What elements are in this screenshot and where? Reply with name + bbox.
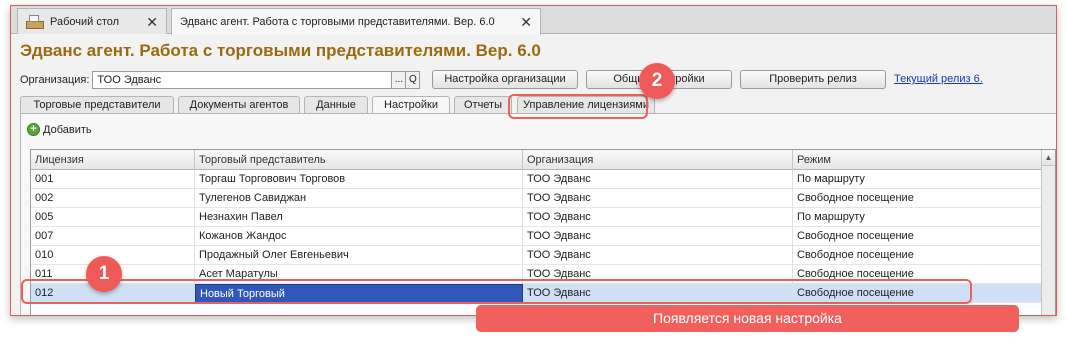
organization-cell: ТОО Эдванс <box>523 170 793 189</box>
annotation-banner: Появляется новая настройка <box>476 305 1019 332</box>
highlight-new-row <box>21 279 972 304</box>
close-icon[interactable]: ✕ <box>520 14 532 31</box>
organization-row: Организация: ТОО Эдванс ... Q <box>20 70 421 90</box>
close-icon[interactable]: ✕ <box>146 14 158 31</box>
table-row[interactable]: 002 Тулегенов Савиджан ТОО Эдванс Свобод… <box>31 189 1043 208</box>
tab-reports[interactable]: Отчеты <box>454 96 512 114</box>
table-row[interactable]: 010 Продажный Олег Евгеньевич ТОО Эдванс… <box>31 246 1043 265</box>
add-button[interactable]: + Добавить <box>27 123 92 136</box>
page-title: Эдванс агент. Работа с торговыми предста… <box>20 41 541 60</box>
license-cell: 001 <box>31 170 195 189</box>
license-cell: 002 <box>31 189 195 208</box>
table-header: Лицензия Торговый представитель Организа… <box>31 150 1043 170</box>
sales-rep-cell: Продажный Олег Евгеньевич <box>195 246 523 265</box>
sales-rep-cell: Кожанов Жандос <box>195 227 523 246</box>
organization-cell: ТОО Эдванс <box>523 189 793 208</box>
tab-data[interactable]: Данные <box>304 96 368 114</box>
tab-desktop[interactable]: Рабочий стол ✕ <box>17 8 167 34</box>
step-badge-2: 2 <box>639 63 675 99</box>
organization-settings-button[interactable]: Настройка организации <box>432 70 578 89</box>
mode-cell: Свободное посещение <box>793 227 1043 246</box>
column-header-license[interactable]: Лицензия <box>31 150 195 170</box>
step-badge-1: 1 <box>86 256 122 292</box>
license-cell: 007 <box>31 227 195 246</box>
vertical-scrollbar[interactable]: ▲ <box>1041 150 1055 315</box>
table-row[interactable]: 005 Незнахин Павел ТОО Эдванс По маршрут… <box>31 208 1043 227</box>
add-button-label: Добавить <box>43 123 92 136</box>
column-header-organization[interactable]: Организация <box>523 150 793 170</box>
organization-cell: ТОО Эдванс <box>523 227 793 246</box>
plus-icon: + <box>27 123 40 136</box>
mode-cell: По маршруту <box>793 170 1043 189</box>
tab-desktop-label: Рабочий стол <box>50 15 120 28</box>
tab-sales-reps[interactable]: Торговые представители <box>20 96 174 114</box>
current-release-link[interactable]: Текущий релиз 6. <box>894 73 983 85</box>
sales-rep-cell: Незнахин Павел <box>195 208 523 227</box>
column-header-mode[interactable]: Режим <box>793 150 1043 170</box>
table-row[interactable]: 007 Кожанов Жандос ТОО Эдванс Свободное … <box>31 227 1043 246</box>
tab-edvans-agent[interactable]: Эдванс агент. Работа с торговыми предста… <box>171 8 541 35</box>
check-release-button[interactable]: Проверить релиз <box>740 70 886 89</box>
organization-cell: ТОО Эдванс <box>523 246 793 265</box>
license-cell: 005 <box>31 208 195 227</box>
mode-cell: Свободное посещение <box>793 189 1043 208</box>
table-row[interactable]: 001 Торгаш Торговович Торговов ТОО Эдван… <box>31 170 1043 189</box>
organization-cell: ТОО Эдванс <box>523 208 793 227</box>
window-tab-bar: Рабочий стол ✕ Эдванс агент. Работа с то… <box>11 6 1056 35</box>
scroll-up-icon[interactable]: ▲ <box>1042 150 1055 166</box>
mode-cell: Свободное посещение <box>793 246 1043 265</box>
tab-settings[interactable]: Настройки <box>372 96 450 114</box>
organization-label: Организация: <box>20 74 90 86</box>
highlight-license-tab <box>508 94 648 119</box>
sales-rep-cell: Торгаш Торговович Торговов <box>195 170 523 189</box>
tab-agent-documents[interactable]: Документы агентов <box>178 96 300 114</box>
mode-cell: По маршруту <box>793 208 1043 227</box>
sales-rep-cell: Тулегенов Савиджан <box>195 189 523 208</box>
app-window: Рабочий стол ✕ Эдванс агент. Работа с то… <box>10 5 1057 316</box>
column-header-sales-rep[interactable]: Торговый представитель <box>195 150 523 170</box>
organization-field[interactable]: ТОО Эдванс <box>92 71 393 89</box>
select-button[interactable]: ... <box>392 71 407 89</box>
desktop-icon <box>26 14 44 29</box>
search-icon[interactable]: Q <box>406 71 421 89</box>
tab-edvans-agent-label: Эдванс агент. Работа с торговыми предста… <box>180 16 495 28</box>
